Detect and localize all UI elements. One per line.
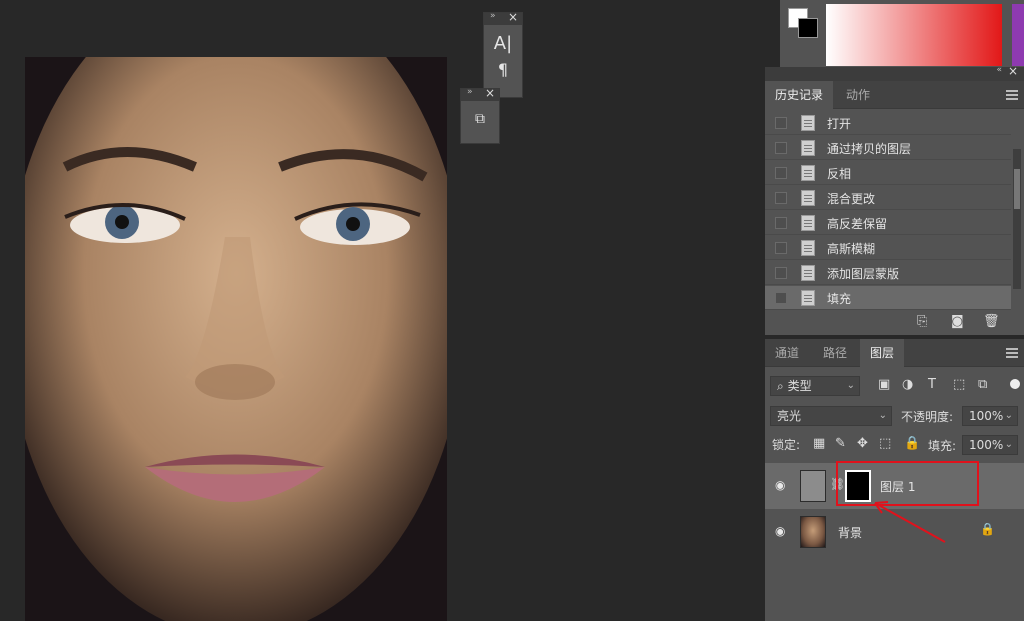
lock-position-icon[interactable]: ✥ [857,436,868,451]
adjustment-filter-icon[interactable]: ◑ [902,377,913,392]
fill-label: 填充: [928,439,957,453]
trash-icon[interactable]: 🗑 [983,314,1000,329]
fill-input[interactable]: 100% ⌄ [962,435,1018,455]
history-item[interactable]: 反相 [765,161,1011,185]
history-checkbox[interactable] [775,217,787,229]
tab-layers[interactable]: 图层 [860,339,905,367]
history-checkbox[interactable] [775,292,787,304]
close-icon[interactable]: × [1008,64,1018,78]
history-item[interactable]: 添加图层蒙版 [765,261,1011,285]
lock-image-pixels-icon[interactable]: ✎ [835,436,846,451]
history-checkbox[interactable] [775,267,787,279]
history-item[interactable]: 高反差保留 [765,211,1011,235]
tab-channels[interactable]: 通道 [765,339,809,367]
filter-toggle-icon[interactable] [1010,379,1020,389]
portrait-illustration [25,57,447,621]
history-list: 打开 通过拷贝的图层 反相 混合更改 高反差保留 高斯模糊 添加图层蒙版 填充 [765,111,1024,310]
blend-mode-select[interactable]: 亮光 ⌄ [770,406,892,426]
lock-transparent-pixels-icon[interactable]: ▦ [813,436,825,451]
tab-paths[interactable]: 路径 [813,339,857,367]
smart-object-filter-icon[interactable]: ⧉ [978,377,987,392]
opacity-label: 不透明度: [901,410,954,424]
history-item-selected[interactable]: 填充 [765,286,1011,310]
visibility-eye-icon[interactable]: ◉ [775,524,785,538]
fill-document-icon [801,290,815,306]
history-checkbox[interactable] [775,192,787,204]
shape-filter-icon[interactable]: ⬚ [953,377,965,392]
history-scrollbar[interactable] [1013,149,1021,289]
chevron-down-icon: ⌄ [846,380,855,391]
scrollbar-thumb[interactable] [1014,169,1020,209]
history-item[interactable]: 打开 [765,111,1011,135]
camera-icon[interactable]: ◙ [951,314,964,329]
panel-menu-icon[interactable] [1006,348,1018,358]
3d-panel: » × ⧉ [460,86,500,144]
3d-cube-icon[interactable]: ⧉ [461,111,499,127]
chevron-down-icon: ⌄ [1004,439,1013,450]
history-checkbox[interactable] [775,142,787,154]
document-icon [801,265,815,281]
color-spectrum[interactable] [826,4,1002,66]
character-panel-icon[interactable]: A| [484,33,522,54]
document-icon [801,165,815,181]
chevron-down-icon: ⌄ [878,410,887,421]
history-item[interactable]: 通过拷贝的图层 [765,136,1011,160]
layers-tabbar: 通道 路径 图层 [765,339,1024,367]
opacity-input[interactable]: 100% ⌄ [962,406,1018,426]
image-filter-icon[interactable]: ▣ [878,377,890,392]
collapse-icon[interactable]: » [467,87,473,97]
canvas-photo[interactable] [25,57,447,621]
history-item[interactable]: 高斯模糊 [765,236,1011,260]
paragraph-panel-icon[interactable]: ¶ [484,60,522,79]
lock-label: 锁定: [772,438,801,452]
tab-history[interactable]: 历史记录 [765,81,834,109]
new-snapshot-icon[interactable]: ⎘ [917,314,927,329]
chevron-down-icon: ⌄ [1004,410,1013,421]
hue-slider[interactable] [1012,4,1024,66]
layer-name[interactable]: 背景 [838,524,862,541]
collapse-icon[interactable]: » [490,11,496,21]
lock-all-icon[interactable]: 🔒 [904,436,920,451]
close-icon[interactable]: × [508,10,518,24]
search-icon: ⌕ [777,379,784,393]
visibility-eye-icon[interactable]: ◉ [775,478,785,492]
panel-menu-icon[interactable] [1006,90,1018,100]
panel-header: « × [765,64,1024,81]
panel-header: » × [484,10,522,25]
history-tabbar: 历史记录 动作 [765,81,1024,109]
history-checkbox[interactable] [775,167,787,179]
document-icon [801,240,815,256]
document-icon [801,115,815,131]
tab-actions[interactable]: 动作 [836,81,880,109]
panel-header: » × [461,86,499,101]
lock-artboard-icon[interactable]: ⬚ [879,436,891,451]
document-icon [801,215,815,231]
history-checkbox[interactable] [775,117,787,129]
document-icon [801,190,815,206]
layer-thumbnail [800,470,826,502]
annotation-arrow [874,501,946,543]
layer-thumbnail [800,516,826,548]
layer-filter-select[interactable]: ⌕ 类型 ⌄ [770,376,860,396]
background-color-swatch[interactable] [798,18,818,38]
collapse-icon[interactable]: « [996,65,1002,75]
history-panel: « × 历史记录 动作 打开 通过拷贝的图层 反相 混合更改 高反差保留 高斯模… [765,64,1024,335]
close-icon[interactable]: × [485,86,495,100]
history-item[interactable]: 混合更改 [765,186,1011,210]
lock-icon: 🔒 [980,522,995,536]
history-checkbox[interactable] [775,242,787,254]
type-filter-icon[interactable]: T [928,377,936,392]
color-panel [780,0,1024,68]
document-icon [801,140,815,156]
